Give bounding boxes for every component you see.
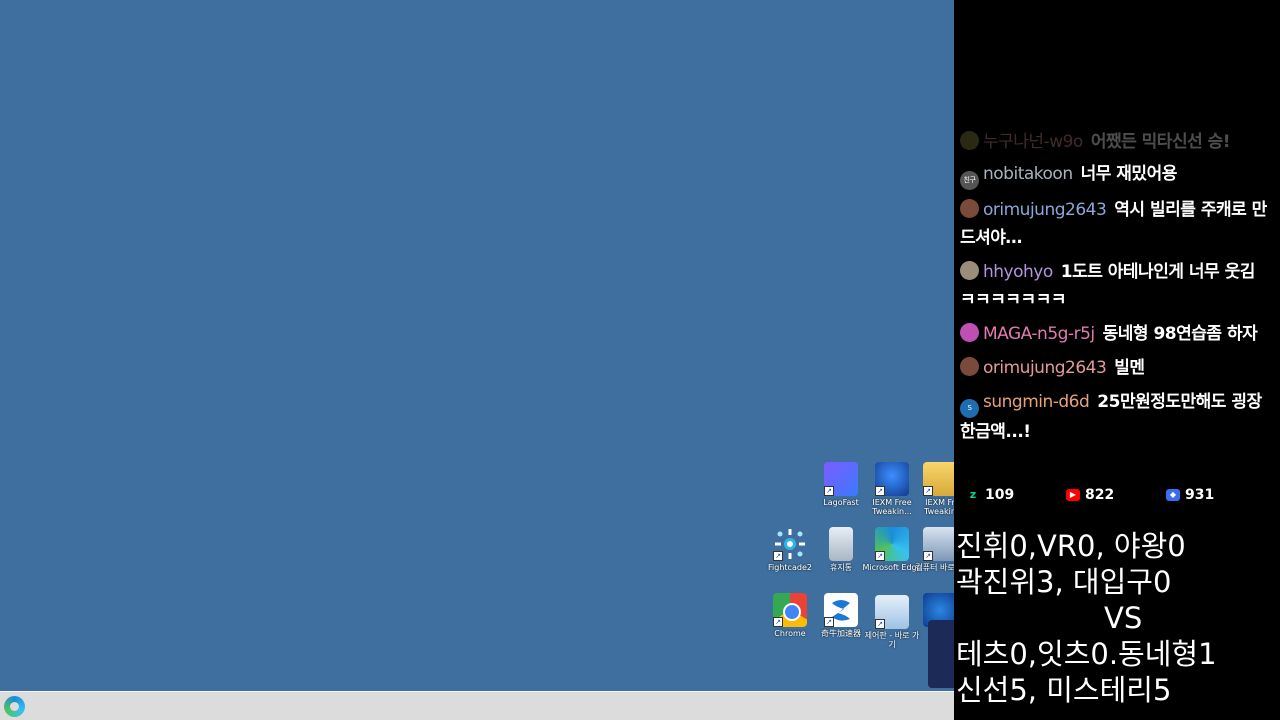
fightcade-icon: ↗ bbox=[773, 527, 807, 561]
chat-username: orimujung2643 bbox=[983, 358, 1107, 378]
icon-label: IEXM Fr Tweakin bbox=[924, 498, 954, 516]
chat-message: MAGA-n5g-r5j 동네형 98연습좀 하자 bbox=[960, 320, 1274, 348]
avatar bbox=[960, 199, 979, 218]
iexm-free-tweaking-folder[interactable]: ↗ IEXM Fr Tweakin bbox=[910, 462, 954, 516]
chat-message: Ssungmin-d6d 25만원정도만해도 굉장한금액...! bbox=[960, 388, 1274, 446]
score-line-4: 신선5, 미스테리5 bbox=[956, 673, 1172, 707]
chat-message: 누구나넌-w9o 어쨌든 믹타신선 승! bbox=[960, 128, 1274, 156]
chzzk-stat: z 109 bbox=[966, 487, 1014, 503]
youtube-stat: ▶ 822 bbox=[1066, 487, 1114, 503]
avatar bbox=[960, 131, 979, 150]
icon-label: 제어판 - 바로 가기 bbox=[864, 631, 920, 649]
chat-username: nobitakoon bbox=[983, 164, 1073, 184]
avatar bbox=[960, 323, 979, 342]
computer-icon: ↗ bbox=[923, 527, 954, 561]
chat-message: hhyohyo 1도트 아테나인게 너무 웃김 ㅋㅋㅋㅋㅋㅋㅋ bbox=[960, 258, 1274, 314]
youtube-icon: ▶ bbox=[1066, 489, 1080, 501]
viewer-stats: z 109 ▶ 822 ◆ 931 bbox=[966, 487, 1266, 507]
avatar: 친구 bbox=[960, 171, 979, 190]
chat-username: orimujung2643 bbox=[983, 200, 1107, 220]
edge-icon: ↗ bbox=[875, 527, 909, 561]
stream-overlay: 누구나넌-w9o 어쨌든 믹타신선 승! 친구 nobitakoon 너무 재밌어용 … bbox=[954, 0, 1280, 720]
chzzk-count: 109 bbox=[985, 487, 1015, 503]
chat-panel: 누구나넌-w9o 어쨌든 믹타신선 승! 친구 nobitakoon 너무 재밌어용 … bbox=[960, 128, 1274, 452]
partial-window[interactable] bbox=[928, 620, 954, 688]
chat-username: 누구나넌-w9o bbox=[983, 132, 1083, 152]
score-line-3: 테츠0,잇츠0.동네형1 bbox=[956, 637, 1217, 671]
chat-message: orimujung2643 빌멘 bbox=[960, 354, 1274, 382]
chat-text: 어쨌든 믹타신선 승! bbox=[1090, 132, 1231, 152]
chat-text: 빌멘 bbox=[1114, 358, 1145, 378]
this-pc-shortcut[interactable]: ↗ 컴퓨터 바로 가 bbox=[910, 527, 954, 572]
score-vs: VS bbox=[1104, 601, 1143, 635]
recycle-bin-icon bbox=[829, 527, 853, 561]
youtube-count: 822 bbox=[1085, 487, 1115, 503]
chat-username: MAGA-n5g-r5j bbox=[983, 324, 1095, 344]
avatar: S bbox=[960, 399, 979, 418]
chzzk-icon: z bbox=[969, 488, 977, 501]
taskbar bbox=[0, 691, 954, 720]
chrome-icon: ↗ bbox=[773, 593, 807, 627]
icon-label: 컴퓨터 바로 가 bbox=[915, 563, 954, 572]
chat-text: 동네형 98연습좀 하자 bbox=[1102, 324, 1258, 344]
chat-username: sungmin-d6d bbox=[983, 392, 1090, 412]
score-line-1: 진휘0,VR0, 야왕0 bbox=[956, 529, 1186, 563]
score-line-2: 곽진위3, 대입구0 bbox=[956, 565, 1172, 599]
scoreboard: 진휘0,VR0, 야왕0 곽진위3, 대입구0 VS 테츠0,잇츠0.동네형1 … bbox=[956, 528, 1280, 708]
avatar bbox=[960, 261, 979, 280]
accelerator-icon: ↗ bbox=[824, 593, 858, 627]
zip-icon: ↗ bbox=[875, 462, 909, 496]
soop-icon: ◆ bbox=[1166, 489, 1180, 501]
edge-icon[interactable] bbox=[4, 696, 25, 717]
chat-message: 친구 nobitakoon 너무 재밌어용 bbox=[960, 160, 1274, 190]
desktop[interactable]: ↗ LagoFast ↗ IEXM Free Tweakin... ↗ IEXM… bbox=[0, 0, 954, 691]
soop-stat: ◆ 931 bbox=[1166, 487, 1214, 503]
control-panel-icon: ↗ bbox=[875, 595, 909, 629]
soop-count: 931 bbox=[1185, 487, 1215, 503]
chat-message: orimujung2643 역시 빌리를 주캐로 만드셔야… bbox=[960, 196, 1274, 252]
chat-text: 너무 재밌어용 bbox=[1080, 164, 1178, 184]
lagofast-icon: ↗ bbox=[824, 462, 858, 496]
avatar bbox=[960, 357, 979, 376]
chat-username: hhyohyo bbox=[983, 262, 1053, 282]
folder-icon: ↗ bbox=[923, 462, 954, 496]
